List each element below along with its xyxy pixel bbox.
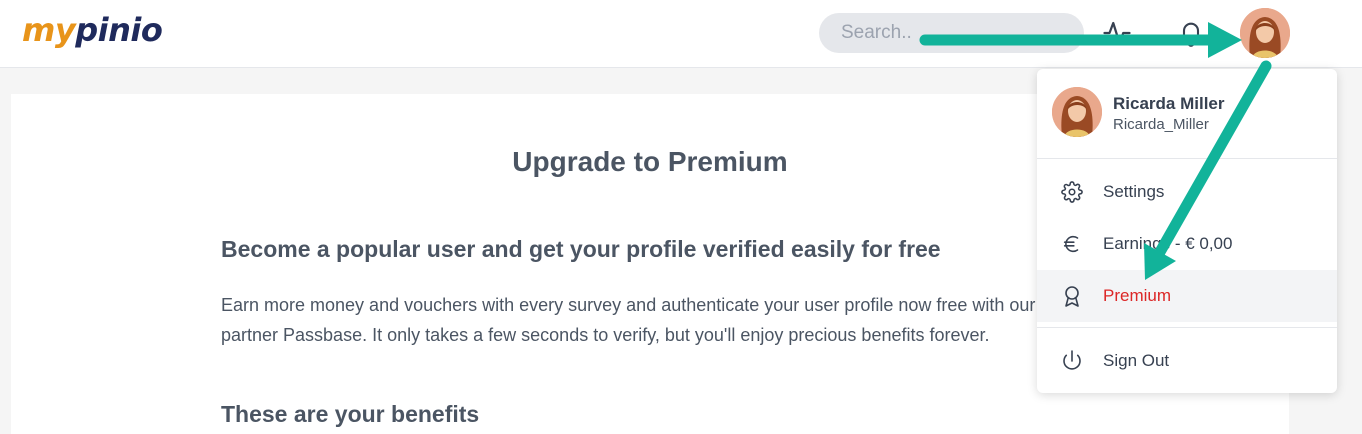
dropdown-user-header: Ricarda Miller Ricarda_Miller — [1037, 69, 1337, 159]
activity-button[interactable] — [1100, 14, 1134, 52]
avatar-image — [1240, 8, 1290, 58]
notifications-button[interactable] — [1174, 14, 1208, 52]
top-bar: mypinio — [0, 0, 1362, 68]
section-subtitle: Become a popular user and get your profi… — [221, 236, 941, 262]
logo-pinio: pinio — [75, 11, 163, 49]
menu-item-earnings[interactable]: Earnings - € 0,00 — [1037, 218, 1337, 270]
menu-item-settings[interactable]: Settings — [1037, 166, 1337, 218]
menu-item-sign-out[interactable]: Sign Out — [1037, 335, 1337, 387]
activity-icon — [1103, 21, 1131, 45]
menu-item-label: Sign Out — [1103, 351, 1170, 370]
user-dropdown-menu: Ricarda Miller Ricarda_Miller Settings E… — [1037, 69, 1337, 393]
euro-icon — [1059, 231, 1085, 257]
logo-my: my — [22, 11, 76, 49]
menu-item-label: Premium — [1103, 286, 1172, 305]
power-icon — [1059, 348, 1085, 374]
menu-item-label: Settings — [1103, 182, 1165, 201]
mypinio-logo[interactable]: mypinio — [22, 10, 163, 50]
user-display-name: Ricarda Miller — [1113, 94, 1225, 113]
user-handle: Ricarda_Miller — [1113, 116, 1209, 133]
description-paragraph: Earn more money and vouchers with every … — [221, 295, 1036, 345]
benefits-heading: These are your benefits — [221, 401, 480, 427]
user-avatar-button[interactable] — [1240, 8, 1290, 58]
menu-item-label: Earnings - € 0,00 — [1103, 234, 1233, 253]
dropdown-avatar — [1052, 87, 1102, 137]
avatar-image — [1052, 87, 1102, 137]
menu-divider — [1037, 327, 1337, 328]
award-icon — [1059, 283, 1085, 309]
bell-icon — [1180, 22, 1202, 47]
menu-item-premium[interactable]: Premium — [1037, 270, 1337, 322]
search-input[interactable] — [819, 13, 1084, 53]
gear-icon — [1059, 179, 1085, 205]
